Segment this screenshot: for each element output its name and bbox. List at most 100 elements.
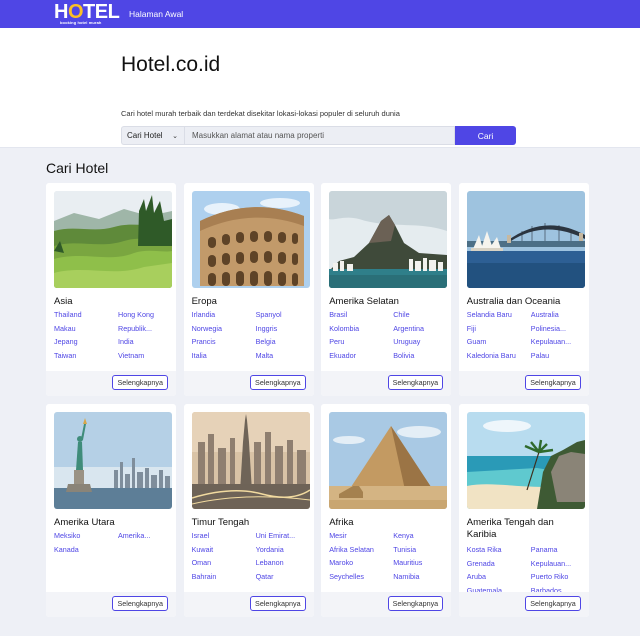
see-more-button[interactable]: Selengkapnya [112, 596, 168, 611]
nav-home-link[interactable]: Halaman Awal [129, 9, 183, 19]
country-link[interactable]: Kosta Rika [467, 543, 531, 557]
hotel-logo[interactable]: HOTEL booking hotel murah [54, 1, 120, 26]
see-more-button[interactable]: Selengkapnya [387, 375, 444, 390]
country-link[interactable]: Kenya [393, 529, 447, 543]
colosseum-photo[interactable] [191, 191, 310, 288]
country-link[interactable]: Uruguay [393, 335, 447, 349]
country-links: Thailand Hong Kong Makau Republik... Jepang I… [54, 308, 172, 362]
country-link[interactable]: Kanada [54, 543, 118, 557]
country-link[interactable]: Namibia [393, 570, 447, 584]
country-link[interactable]: India [118, 335, 172, 349]
see-more-button[interactable]: Selengkapnya [387, 596, 444, 611]
search-bar: Cari Hotel ⌄ Cari [121, 126, 516, 145]
country-link[interactable]: Polinesia... [531, 322, 585, 336]
country-links: Meksiko Amerika... Kanada [54, 529, 172, 556]
country-link[interactable]: Kolombia [329, 322, 393, 336]
country-links: Irlandia Spanyol Norwegia Inggris Prancis Bel… [192, 308, 310, 362]
country-link[interactable]: Fiji [467, 322, 531, 336]
country-link[interactable]: Brasil [329, 308, 393, 322]
country-link[interactable]: Malta [256, 349, 310, 363]
tropical-beach-photo[interactable] [466, 412, 585, 509]
card-footer: Selengkapnya [183, 592, 314, 617]
country-link[interactable]: Tunisia [393, 543, 447, 557]
country-link[interactable]: Bahrain [192, 570, 256, 584]
country-link[interactable]: Amerika... [118, 529, 172, 543]
country-link[interactable]: Uni Emirat... [256, 529, 310, 543]
country-link[interactable]: Hong Kong [118, 308, 172, 322]
see-more-button[interactable]: Selengkapnya [250, 375, 306, 390]
search-input[interactable] [184, 126, 455, 145]
country-link[interactable]: Maroko [329, 556, 393, 570]
country-link[interactable]: Ekuador [329, 349, 393, 363]
country-link[interactable]: Spanyol [256, 308, 310, 322]
statue-of-liberty-photo[interactable] [54, 412, 172, 509]
country-link[interactable]: Mauritius [393, 556, 447, 570]
country-link[interactable]: Kuwait [192, 543, 256, 557]
logo-tagline: booking hotel murah [60, 20, 102, 25]
card-footer: Selengkapnya [46, 592, 176, 617]
sydney-harbour-photo[interactable] [466, 191, 585, 288]
country-link[interactable]: Kaledonia Baru [467, 349, 531, 363]
country-link[interactable]: Seychelles [329, 570, 393, 584]
see-more-button[interactable]: Selengkapnya [250, 596, 306, 611]
country-link[interactable]: Kepulauan... [531, 335, 585, 349]
country-link[interactable]: Aruba [467, 570, 531, 584]
region-title: Australia dan Oceania [466, 296, 561, 307]
chevron-down-icon: ⌄ [172, 132, 178, 140]
see-more-button[interactable]: Selengkapnya [112, 375, 168, 390]
region-title: Timur Tengah [191, 517, 250, 528]
country-link[interactable]: Italia [192, 349, 256, 363]
country-link[interactable]: Vietnam [118, 349, 172, 363]
region-title: Asia [54, 296, 73, 307]
country-links: Mesir Kenya Afrika Selatan Tunisia Maroko Mau… [329, 529, 447, 583]
country-link[interactable]: Irlandia [192, 308, 256, 322]
country-link[interactable]: Peru [329, 335, 393, 349]
card-footer: Selengkapnya [321, 371, 452, 396]
region-title: Amerika Tengah dan Karibia [466, 517, 554, 540]
see-more-button[interactable]: Selengkapnya [525, 375, 581, 390]
region-card-australia-dan-oceania: Australia dan Oceania Selandia Baru Austra… [458, 183, 589, 396]
country-link[interactable]: Belgia [256, 335, 310, 349]
region-card-asia: Asia Thailand Hong Kong Makau Republik... Jep… [46, 183, 176, 396]
country-link[interactable]: Panama [531, 543, 585, 557]
rio-mountain-photo[interactable] [329, 191, 448, 288]
card-footer: Selengkapnya [458, 371, 589, 396]
country-link[interactable]: Jepang [54, 335, 118, 349]
country-link[interactable]: Oman [192, 556, 256, 570]
country-link[interactable]: Yordania [256, 543, 310, 557]
country-link[interactable]: Mesir [329, 529, 393, 543]
pyramids-photo[interactable] [329, 412, 448, 509]
country-link[interactable]: Afrika Selatan [329, 543, 393, 557]
dubai-skyline-photo[interactable] [191, 412, 310, 509]
country-link[interactable]: Republik... [118, 322, 172, 336]
country-link[interactable]: Thailand [54, 308, 118, 322]
country-link[interactable]: Grenada [467, 557, 531, 571]
country-link[interactable]: Taiwan [54, 349, 118, 363]
country-link[interactable]: Selandia Baru [467, 308, 531, 322]
country-link[interactable]: Kepulauan... [531, 557, 585, 571]
search-type-value: Cari Hotel [127, 131, 163, 140]
search-type-select[interactable]: Cari Hotel ⌄ [121, 126, 184, 145]
country-link[interactable]: Lebanon [256, 556, 310, 570]
country-link[interactable]: Australia [531, 308, 585, 322]
country-link[interactable]: Meksiko [54, 529, 118, 543]
top-navbar: HOTEL booking hotel murah Halaman Awal [0, 0, 640, 28]
country-link[interactable]: Makau [54, 322, 118, 336]
region-card-amerika-selatan: Amerika Selatan Brasil Chile Kolombia Argent… [321, 183, 452, 396]
country-link[interactable]: Puerto Riko [531, 570, 585, 584]
country-link[interactable]: Inggris [256, 322, 310, 336]
country-link[interactable]: Israel [192, 529, 256, 543]
see-more-button[interactable]: Selengkapnya [525, 596, 581, 611]
country-links: Kosta Rika Panama Grenada Kepulauan... Aruba… [467, 543, 585, 597]
country-link[interactable]: Argentina [393, 322, 447, 336]
country-link[interactable]: Prancis [192, 335, 256, 349]
country-link[interactable]: Chile [393, 308, 447, 322]
country-link[interactable]: Qatar [256, 570, 310, 584]
country-link[interactable]: Guam [467, 335, 531, 349]
search-button[interactable]: Cari [455, 126, 516, 145]
country-link[interactable]: Norwegia [192, 322, 256, 336]
rice-terraces-photo[interactable] [54, 191, 172, 288]
country-link[interactable]: Palau [531, 349, 585, 363]
region-card-amerika-tengah-dan-karibia: Amerika Tengah dan Karibia Kosta Rika Pana… [458, 404, 589, 617]
country-link[interactable]: Bolivia [393, 349, 447, 363]
